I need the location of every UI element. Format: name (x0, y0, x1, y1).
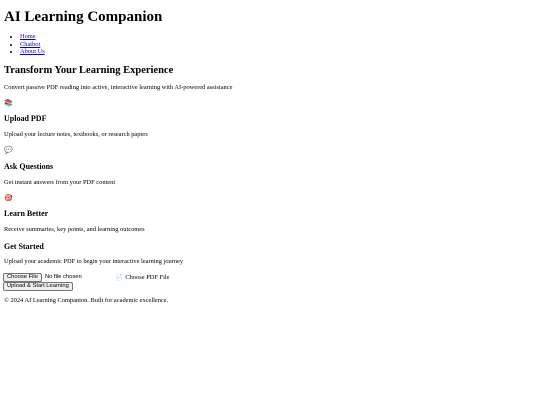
speech-bubble-icon: 💬 (4, 146, 13, 154)
feature-desc-learn: Receive summaries, key points, and learn… (4, 226, 145, 233)
upload-start-button[interactable]: Upload & Start Learning (3, 282, 73, 291)
hero-subtitle: Convert passive PDF reading into active,… (4, 84, 233, 91)
feature-title-learn: Learn Better (4, 209, 49, 218)
file-status: No file chosen (44, 274, 82, 280)
footer-text: © 2024 AI Learning Companion. Built for … (4, 297, 169, 304)
nav-item-about: About Us (20, 48, 45, 56)
choose-file-button[interactable]: Choose File (3, 273, 42, 282)
nav-link-chatbot[interactable]: Chatbot (20, 41, 40, 48)
feature-desc-questions: Get instant answers from your PDF conten… (4, 179, 116, 186)
nav-item-chatbot: Chatbot (20, 41, 45, 49)
feature-title-upload: Upload PDF (4, 114, 47, 123)
hero-title: Transform Your Learning Experience (4, 65, 174, 76)
nav-link-about[interactable]: About Us (20, 48, 45, 55)
target-icon: 🎯 (4, 194, 13, 202)
books-icon: 📚 (4, 99, 13, 107)
get-started-title: Get Started (4, 242, 44, 251)
file-input-row: Choose File No file chosen 📄 Choose PDF … (3, 273, 169, 282)
choose-pdf-label-text: Choose PDF File (125, 273, 170, 281)
nav-item-home: Home (20, 33, 45, 41)
document-icon: 📄 (114, 273, 123, 281)
site-title: AI Learning Companion (4, 9, 163, 25)
feature-title-questions: Ask Questions (4, 162, 54, 171)
choose-pdf-label[interactable]: 📄 Choose PDF File (115, 274, 170, 282)
main-nav: Home Chatbot About Us (4, 33, 45, 56)
get-started-desc: Upload your academic PDF to begin your i… (4, 258, 184, 265)
nav-link-home[interactable]: Home (20, 33, 36, 40)
feature-desc-upload: Upload your lecture notes, textbooks, or… (4, 131, 148, 138)
